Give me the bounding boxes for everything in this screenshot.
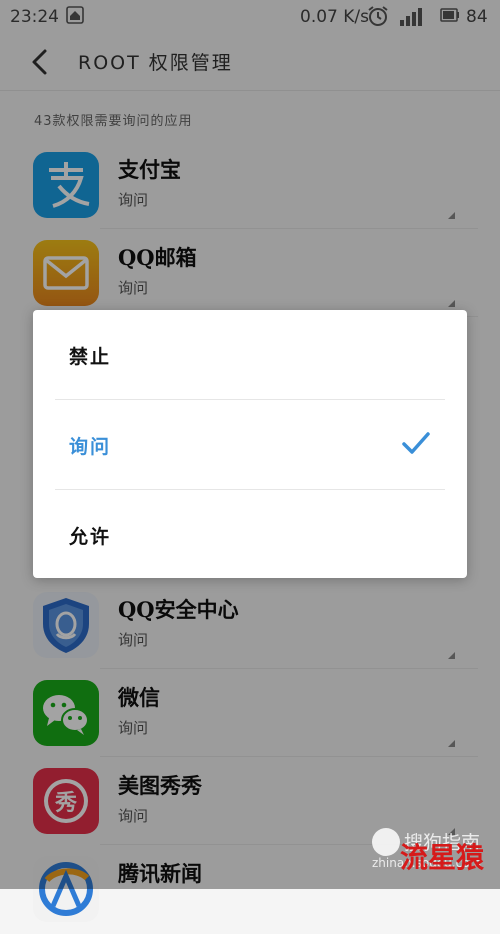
watermark-signature: 流星猿	[400, 841, 485, 874]
sogou-watermark: 搜狗指南 zhinan.sogou.com 流星猿	[372, 822, 500, 889]
option-label: 允许	[69, 526, 112, 548]
sogou-logo-icon	[372, 828, 400, 856]
option-deny[interactable]: 禁止	[33, 310, 467, 399]
option-label: 禁止	[69, 346, 112, 368]
permission-dialog: 禁止 询问 允许	[33, 310, 467, 578]
checkmark-icon	[402, 432, 430, 454]
option-ask[interactable]: 询问	[33, 400, 467, 489]
option-label: 询问	[69, 436, 112, 458]
root-permission-screen: 23:24 0.07 K/s 84 ROOT 权限管理 43款权限需要询问的应用…	[0, 0, 500, 922]
option-allow[interactable]: 允许	[33, 490, 467, 579]
